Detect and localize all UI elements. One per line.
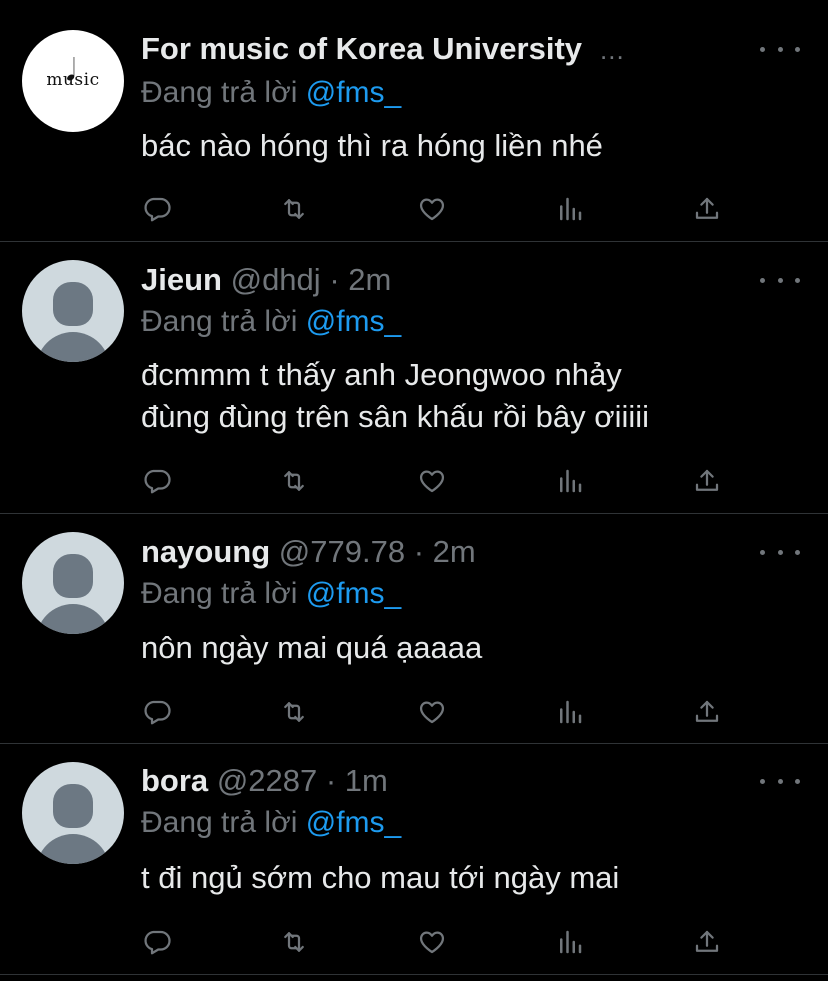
display-name[interactable]: nayoung: [141, 534, 270, 569]
mention-link[interactable]: @fms_: [306, 305, 401, 338]
handle[interactable]: @779.78: [279, 534, 405, 569]
avatar-logo-text: music: [46, 70, 100, 90]
tweet-header: bora @2287 · 1m: [141, 763, 388, 799]
replying-to: Đang trả lời @fms_: [141, 805, 401, 841]
tweet-text-line: t đi ngủ sớm cho mau tới ngày mai: [141, 860, 620, 895]
share-icon[interactable]: [689, 924, 725, 960]
reply-icon[interactable]: [139, 694, 175, 730]
analytics-icon[interactable]: [552, 191, 588, 227]
more-icon[interactable]: [760, 270, 800, 290]
like-icon[interactable]: [414, 924, 450, 960]
action-bar: [0, 191, 828, 227]
retweet-icon[interactable]: [276, 191, 312, 227]
tweet-header: nayoung @779.78 · 2m: [141, 534, 476, 570]
timestamp[interactable]: · 2m: [329, 262, 391, 297]
more-icon[interactable]: [760, 542, 800, 562]
analytics-icon[interactable]: [552, 924, 588, 960]
avatar[interactable]: 𝅘𝅥 music: [22, 30, 124, 132]
share-icon[interactable]: [689, 191, 725, 227]
more-icon[interactable]: [760, 39, 800, 59]
share-icon[interactable]: [689, 463, 725, 499]
action-bar: [0, 924, 828, 960]
reply-icon[interactable]: [139, 191, 175, 227]
analytics-icon[interactable]: [552, 463, 588, 499]
tweet-header: Jieun @dhdj · 2m: [141, 262, 391, 298]
tweet-header: For music of Korea University...: [141, 31, 625, 68]
like-icon[interactable]: [414, 463, 450, 499]
reply-feed: 𝅘𝅥 music For music of Korea University..…: [0, 0, 828, 981]
tweet-item[interactable]: nayoung @779.78 · 2m Đang trả lời @fms_ …: [0, 514, 828, 744]
avatar[interactable]: [22, 762, 124, 864]
tweet-item[interactable]: bora @2287 · 1m Đang trả lời @fms_ t đi …: [0, 744, 828, 975]
default-avatar-head: [53, 784, 93, 828]
avatar[interactable]: [22, 260, 124, 362]
retweet-icon[interactable]: [276, 463, 312, 499]
default-avatar-body: [36, 604, 110, 634]
share-icon[interactable]: [689, 694, 725, 730]
retweet-icon[interactable]: [276, 694, 312, 730]
truncation-ellipsis: ...: [600, 35, 625, 65]
handle[interactable]: @2287: [217, 763, 317, 798]
replying-to-label: Đang trả lời: [141, 305, 298, 338]
more-icon[interactable]: [760, 771, 800, 791]
replying-to: Đang trả lời @fms_: [141, 75, 401, 111]
reply-icon[interactable]: [139, 924, 175, 960]
default-avatar-body: [36, 332, 110, 362]
timestamp[interactable]: · 1m: [326, 763, 388, 798]
tweet-text-line: đcmmm t thấy anh Jeongwoo nhảy: [141, 357, 622, 392]
default-avatar-head: [53, 282, 93, 326]
tweet-text-line: đùng đùng trên sân khấu rồi bây ơiiiii: [141, 399, 650, 434]
display-name[interactable]: bora: [141, 763, 208, 798]
mention-link[interactable]: @fms_: [306, 76, 401, 109]
action-bar: [0, 694, 828, 730]
action-bar: [0, 463, 828, 499]
display-name[interactable]: Jieun: [141, 262, 222, 297]
like-icon[interactable]: [414, 694, 450, 730]
replying-to-label: Đang trả lời: [141, 577, 298, 610]
default-avatar-body: [36, 834, 110, 864]
tweet-item[interactable]: Jieun @dhdj · 2m Đang trả lời @fms_ đcmm…: [0, 242, 828, 514]
avatar[interactable]: [22, 532, 124, 634]
retweet-icon[interactable]: [276, 924, 312, 960]
like-icon[interactable]: [414, 191, 450, 227]
replying-to: Đang trả lời @fms_: [141, 304, 401, 340]
replying-to-label: Đang trả lời: [141, 76, 298, 109]
timestamp[interactable]: · 2m: [414, 534, 476, 569]
tweet-text-line: bác nào hóng thì ra hóng liền nhé: [141, 128, 603, 163]
reply-icon[interactable]: [139, 463, 175, 499]
replying-to-label: Đang trả lời: [141, 806, 298, 839]
tweet-item[interactable]: 𝅘𝅥 music For music of Korea University..…: [0, 0, 828, 242]
mention-link[interactable]: @fms_: [306, 806, 401, 839]
default-avatar-head: [53, 554, 93, 598]
replying-to: Đang trả lời @fms_: [141, 576, 401, 612]
display-name[interactable]: For music of Korea University: [141, 31, 582, 66]
analytics-icon[interactable]: [552, 694, 588, 730]
tweet-text-line: nôn ngày mai quá ạaaaa: [141, 630, 483, 665]
mention-link[interactable]: @fms_: [306, 577, 401, 610]
handle[interactable]: @dhdj: [231, 262, 321, 297]
